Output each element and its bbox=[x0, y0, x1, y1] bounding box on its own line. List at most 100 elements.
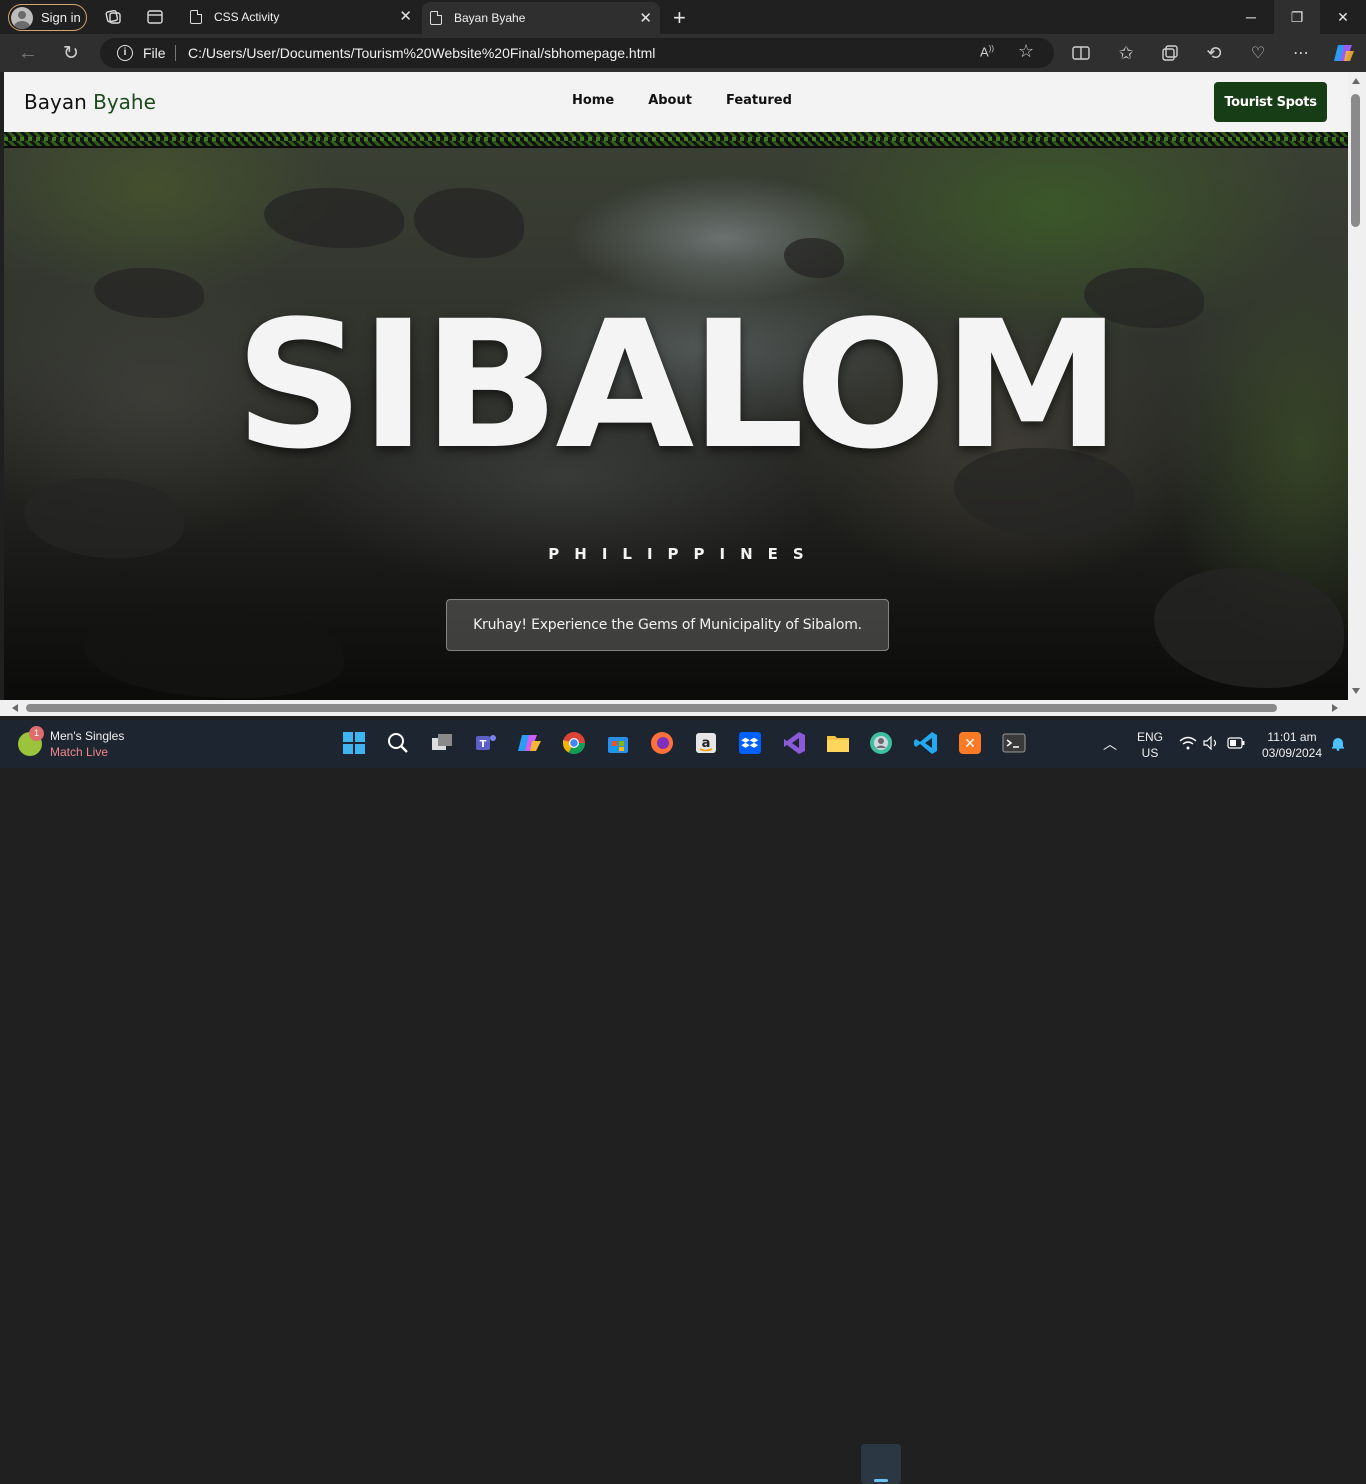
clock-time: 11:01 am bbox=[1267, 730, 1317, 744]
news-title: Men's Singles bbox=[50, 729, 125, 743]
horizontal-scroll-thumb[interactable] bbox=[26, 704, 1277, 712]
wifi-icon[interactable] bbox=[1179, 736, 1197, 750]
collections-icon[interactable] bbox=[1160, 43, 1180, 63]
more-options-icon[interactable]: ⋯ bbox=[1291, 43, 1311, 63]
tennis-ball-icon: 1 bbox=[18, 726, 44, 756]
vertical-scroll-thumb[interactable] bbox=[1351, 94, 1360, 227]
svg-text:a: a bbox=[702, 736, 711, 751]
hero-tagline: Kruhay! Experience the Gems of Municipal… bbox=[446, 599, 889, 651]
sign-in-label: Sign in bbox=[41, 10, 81, 25]
brand-name-second: Byahe bbox=[93, 90, 156, 114]
scroll-left-arrow-icon[interactable] bbox=[12, 704, 18, 712]
minimize-button[interactable]: ─ bbox=[1228, 0, 1274, 34]
hero-bg-rock bbox=[414, 188, 524, 258]
active-app-highlight bbox=[861, 1444, 901, 1484]
terminal-icon[interactable] bbox=[1001, 730, 1027, 756]
browser-title-bar: Sign in CSS Activity ✕ Bayan Byahe ✕ + ─… bbox=[0, 0, 1366, 34]
hero-subtitle: PHILIPPINES bbox=[548, 545, 819, 563]
dropbox-icon[interactable] bbox=[737, 730, 763, 756]
microsoft-store-icon[interactable] bbox=[605, 730, 631, 756]
windows-taskbar: 1 Men's Singles Match Live T a ✕ ︿ ENG U… bbox=[0, 720, 1366, 1484]
favorites-icon[interactable]: ✩ bbox=[1116, 43, 1136, 63]
hero-bg-rock bbox=[1154, 568, 1344, 688]
address-bar[interactable]: i File C:/Users/User/Documents/Tourism%2… bbox=[100, 38, 1054, 68]
notification-bell-icon[interactable] bbox=[1330, 735, 1346, 751]
scroll-up-arrow-icon[interactable] bbox=[1352, 78, 1360, 84]
file-explorer-icon[interactable] bbox=[825, 730, 851, 756]
amazon-icon[interactable]: a bbox=[693, 730, 719, 756]
hero-bg-rock bbox=[84, 608, 344, 698]
teams-icon[interactable]: T bbox=[473, 730, 499, 756]
nav-link-about[interactable]: About bbox=[648, 93, 692, 108]
page-icon bbox=[430, 11, 442, 25]
site-logo[interactable]: Bayan Byahe bbox=[24, 90, 156, 114]
performance-icon[interactable]: ♡ bbox=[1248, 43, 1268, 63]
history-icon[interactable]: ⟲ bbox=[1204, 43, 1224, 63]
scroll-down-arrow-icon[interactable] bbox=[1352, 688, 1360, 694]
site-header: Bayan Byahe Home About Featured Tourist … bbox=[4, 72, 1348, 132]
new-tab-icon[interactable]: + bbox=[673, 5, 686, 31]
url-text[interactable]: C:/Users/User/Documents/Tourism%20Websit… bbox=[188, 45, 655, 61]
copilot-app-icon[interactable] bbox=[517, 730, 543, 756]
tab-css-activity[interactable]: CSS Activity ✕ bbox=[182, 0, 420, 34]
nav-link-home[interactable]: Home bbox=[572, 93, 614, 108]
news-subtitle: Match Live bbox=[50, 745, 109, 759]
volume-icon[interactable] bbox=[1203, 736, 1219, 750]
windows-start-icon[interactable] bbox=[341, 730, 367, 756]
horizontal-scrollbar[interactable] bbox=[0, 700, 1366, 716]
show-hidden-icons-chevron-icon[interactable]: ︿ bbox=[1103, 734, 1117, 754]
vertical-scrollbar[interactable] bbox=[1348, 72, 1366, 700]
close-tab-icon[interactable]: ✕ bbox=[639, 11, 652, 26]
site-info-icon[interactable]: i bbox=[117, 45, 133, 61]
notification-badge: 1 bbox=[29, 726, 44, 741]
region-code: US bbox=[1141, 746, 1159, 760]
site-nav-links: Home About Featured bbox=[572, 93, 826, 108]
page-viewport: Bayan Byahe Home About Featured Tourist … bbox=[4, 72, 1348, 700]
clock-date: 03/09/2024 bbox=[1261, 746, 1323, 760]
visual-studio-icon[interactable] bbox=[781, 730, 807, 756]
back-arrow-icon[interactable]: ← bbox=[18, 42, 38, 64]
profile-sign-in-button[interactable]: Sign in bbox=[8, 4, 87, 31]
news-widget[interactable]: 1 Men's Singles Match Live bbox=[18, 726, 124, 759]
tab-title: Bayan Byahe bbox=[454, 11, 526, 25]
hero-section: SIBALOM PHILIPPINES Kruhay! Experience t… bbox=[4, 148, 1348, 700]
favorite-star-icon[interactable]: ☆ bbox=[1018, 41, 1034, 62]
battery-icon[interactable] bbox=[1227, 737, 1245, 749]
vscode-icon[interactable] bbox=[913, 730, 939, 756]
scheme-label: File bbox=[143, 45, 166, 61]
hero-title: SIBALOM bbox=[234, 283, 1122, 488]
nav-link-featured[interactable]: Featured bbox=[726, 93, 792, 108]
language-code: ENG bbox=[1136, 730, 1163, 744]
tourist-spots-button[interactable]: Tourist Spots bbox=[1214, 82, 1327, 122]
chrome-icon[interactable] bbox=[561, 730, 587, 756]
profile-avatar-icon bbox=[11, 6, 33, 29]
brand-name-first: Bayan bbox=[24, 90, 87, 114]
firefox-icon[interactable] bbox=[649, 730, 675, 756]
divider bbox=[175, 45, 176, 61]
hero-bg-rock bbox=[784, 238, 844, 278]
scroll-right-arrow-icon[interactable] bbox=[1332, 704, 1338, 712]
close-window-button[interactable]: ✕ bbox=[1320, 0, 1366, 34]
edge-profile-icon[interactable] bbox=[868, 730, 894, 756]
read-aloud-icon[interactable]: A)) bbox=[980, 44, 994, 59]
tab-bayan-byahe[interactable]: Bayan Byahe ✕ bbox=[422, 2, 660, 34]
restore-button[interactable]: ❐ bbox=[1274, 0, 1320, 34]
close-tab-icon[interactable]: ✕ bbox=[399, 9, 412, 24]
tab-actions-icon[interactable] bbox=[146, 8, 164, 26]
copilot-icon[interactable] bbox=[1332, 41, 1356, 65]
page-icon bbox=[190, 10, 202, 24]
hero-bg-rock bbox=[264, 188, 404, 248]
browser-toolbar: ← ↻ i File C:/Users/User/Documents/Touri… bbox=[0, 34, 1366, 72]
language-indicator[interactable]: ENG US bbox=[1134, 730, 1166, 760]
refresh-icon[interactable]: ↻ bbox=[61, 43, 81, 64]
woven-pattern-band bbox=[4, 132, 1348, 148]
search-icon[interactable] bbox=[385, 730, 411, 756]
task-view-icon[interactable] bbox=[429, 730, 455, 756]
split-screen-icon[interactable] bbox=[1071, 43, 1091, 63]
clock[interactable]: 11:01 am 03/09/2024 bbox=[1254, 730, 1330, 760]
tab-title: CSS Activity bbox=[214, 10, 280, 24]
svg-text:✕: ✕ bbox=[964, 736, 976, 752]
workspaces-icon[interactable] bbox=[104, 8, 122, 26]
svg-text:T: T bbox=[480, 739, 487, 750]
xampp-icon[interactable]: ✕ bbox=[957, 730, 983, 756]
